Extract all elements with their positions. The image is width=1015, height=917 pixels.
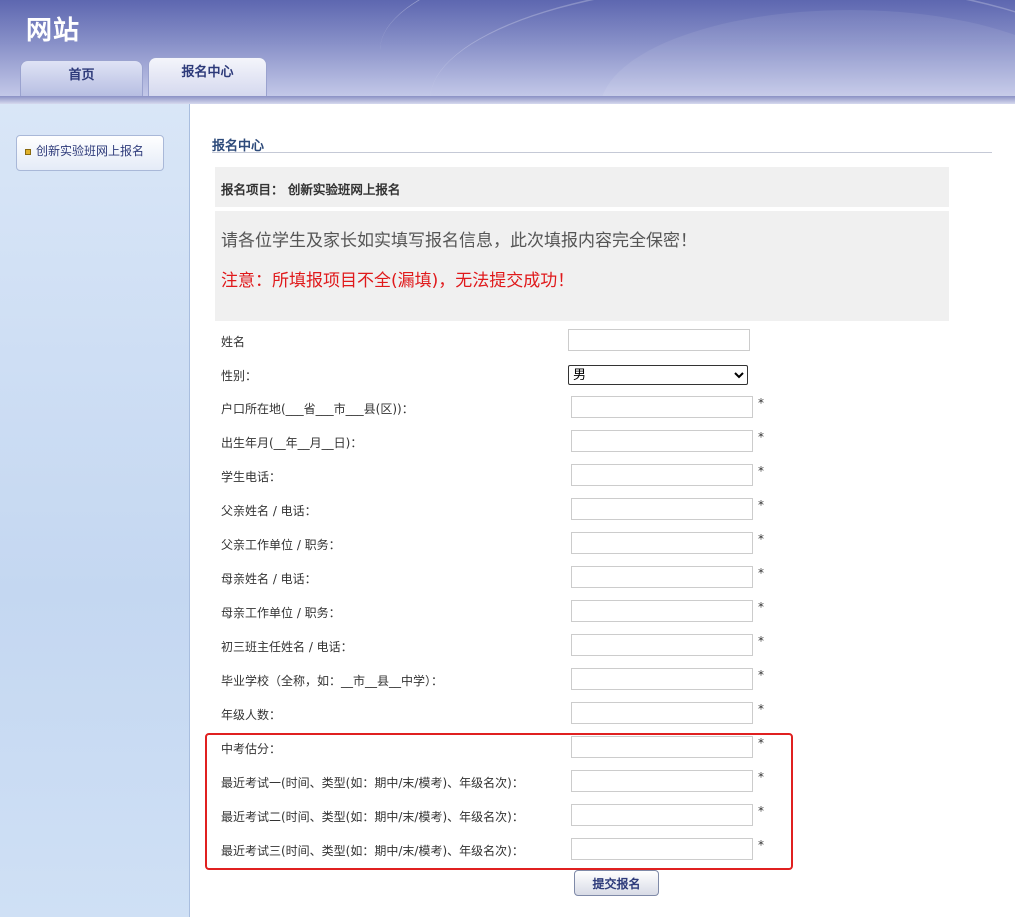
notice-box: 请各位学生及家长如实填写报名信息，此次填报内容完全保密！ 注意：所填报项目不全(…: [215, 211, 949, 321]
tab-home[interactable]: 首页: [20, 60, 143, 96]
form-row: 学生电话： *: [221, 464, 781, 488]
required-mark: *: [758, 634, 764, 648]
field-label: 年级人数：: [221, 708, 282, 722]
field-input[interactable]: [571, 600, 753, 622]
field-input[interactable]: [571, 464, 753, 486]
form-row-name: 姓名: [221, 329, 781, 353]
field-input[interactable]: [571, 804, 753, 826]
gender-label: 性别：: [221, 369, 258, 383]
required-mark: *: [758, 566, 764, 580]
field-input[interactable]: [571, 668, 753, 690]
required-mark: *: [758, 770, 764, 784]
form-row: 户口所在地(___省___市___县(区))： *: [221, 396, 781, 420]
notice-confidential: 请各位学生及家长如实填写报名信息，此次填报内容完全保密！: [221, 231, 697, 251]
required-mark: *: [758, 532, 764, 546]
form-row: 毕业学校（全称，如：__市__县__中学）： *: [221, 668, 781, 692]
form-row: 初三班主任姓名 / 电话： *: [221, 634, 781, 658]
field-label: 父亲姓名 / 电话：: [221, 504, 317, 518]
field-input[interactable]: [571, 566, 753, 588]
section-divider: [212, 152, 992, 153]
form-row: 母亲工作单位 / 职务： *: [221, 600, 781, 624]
field-label: 毕业学校（全称，如：__市__县__中学）：: [221, 674, 444, 688]
field-label: 户口所在地(___省___市___县(区))：: [221, 402, 414, 416]
field-label: 最近考试一(时间、类型(如：期中/末/模考)、年级名次)：: [221, 776, 524, 790]
field-input[interactable]: [571, 634, 753, 656]
field-input[interactable]: [571, 736, 753, 758]
field-label: 最近考试三(时间、类型(如：期中/末/模考)、年级名次)：: [221, 844, 524, 858]
sidebar-item-online-registration[interactable]: 创新实验班网上报名: [16, 135, 164, 171]
required-mark: *: [758, 702, 764, 716]
required-mark: *: [758, 668, 764, 682]
form-row: 母亲姓名 / 电话： *: [221, 566, 781, 590]
field-label: 父亲工作单位 / 职务：: [221, 538, 341, 552]
required-mark: *: [758, 396, 764, 410]
required-mark: *: [758, 430, 764, 444]
name-input[interactable]: [568, 329, 750, 351]
tab-registration-center[interactable]: 报名中心: [148, 57, 267, 96]
field-input[interactable]: [571, 702, 753, 724]
required-mark: *: [758, 736, 764, 750]
form-row: 最近考试三(时间、类型(如：期中/末/模考)、年级名次)： *: [221, 838, 781, 862]
field-label: 初三班主任姓名 / 电话：: [221, 640, 353, 654]
field-label: 中考估分：: [221, 742, 282, 756]
required-mark: *: [758, 804, 764, 818]
field-input[interactable]: [571, 770, 753, 792]
required-mark: *: [758, 600, 764, 614]
required-mark: *: [758, 498, 764, 512]
field-label: 母亲工作单位 / 职务：: [221, 606, 341, 620]
field-input[interactable]: [571, 498, 753, 520]
field-input[interactable]: [571, 396, 753, 418]
bullet-icon: [25, 148, 31, 155]
sidebar: 创新实验班网上报名: [0, 104, 190, 917]
form-row: 中考估分： *: [221, 736, 781, 760]
notice-warning: 注意：所填报项目不全(漏填)，无法提交成功！: [221, 271, 575, 291]
field-input[interactable]: [571, 430, 753, 452]
form-row: 父亲姓名 / 电话： *: [221, 498, 781, 522]
field-input[interactable]: [571, 838, 753, 860]
field-label: 最近考试二(时间、类型(如：期中/末/模考)、年级名次)：: [221, 810, 524, 824]
form-row: 父亲工作单位 / 职务： *: [221, 532, 781, 556]
site-title: 网站: [26, 16, 81, 46]
form-row: 最近考试一(时间、类型(如：期中/末/模考)、年级名次)： *: [221, 770, 781, 794]
field-label: 母亲姓名 / 电话：: [221, 572, 317, 586]
required-mark: *: [758, 464, 764, 478]
required-mark: *: [758, 838, 764, 852]
nav-divider: [0, 96, 1015, 104]
field-label: 学生电话：: [221, 470, 282, 484]
form-row: 出生年月(__年__月__日)： *: [221, 430, 781, 454]
form-row: 最近考试二(时间、类型(如：期中/末/模考)、年级名次)： *: [221, 804, 781, 828]
name-label: 姓名: [221, 335, 246, 349]
site-header: 网站 首页 报名中心: [0, 0, 1015, 96]
form-row-gender: 性别： 男: [221, 363, 781, 387]
field-label: 出生年月(__年__月__日)：: [221, 436, 363, 450]
form-row: 年级人数： *: [221, 702, 781, 726]
submit-button[interactable]: 提交报名: [574, 870, 659, 896]
project-label: 报名项目： 创新实验班网上报名: [215, 167, 949, 207]
sidebar-item-label: 创新实验班网上报名: [36, 144, 145, 158]
gender-select[interactable]: 男: [568, 365, 748, 385]
field-input[interactable]: [571, 532, 753, 554]
